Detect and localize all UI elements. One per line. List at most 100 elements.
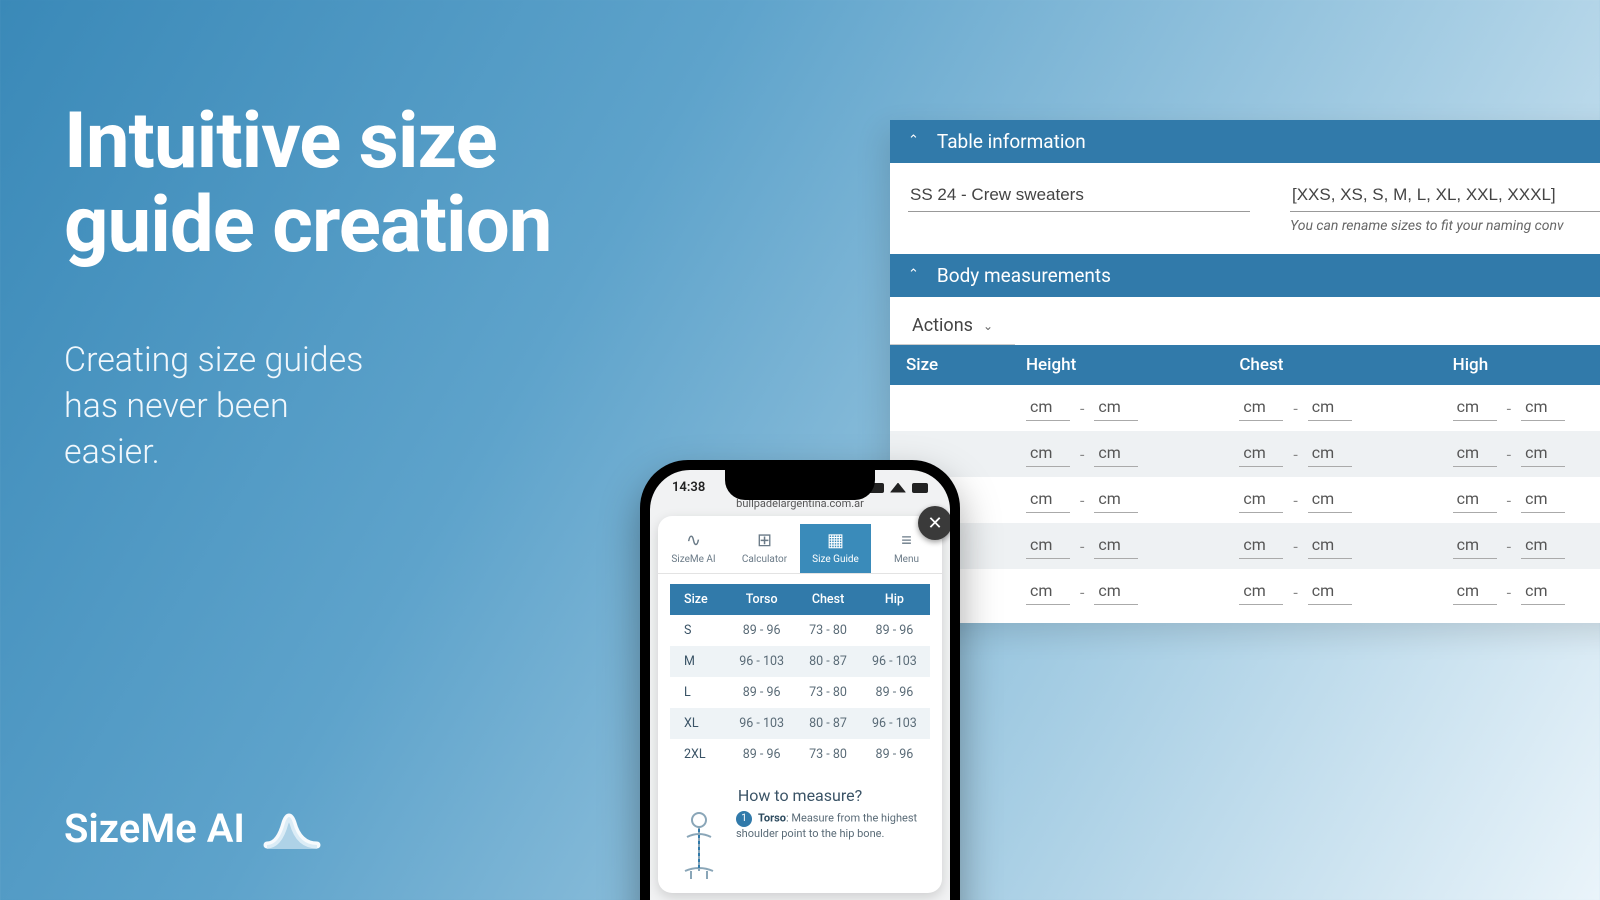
cell: 73 - 80	[797, 739, 859, 770]
range-cell: cm-cm	[1010, 477, 1223, 523]
tab-label: SizeMe AI	[671, 554, 715, 565]
cm-from-input[interactable]: cm	[1026, 487, 1070, 513]
step-number-badge: 1	[736, 811, 752, 827]
cm-to-input[interactable]: cm	[1094, 395, 1138, 421]
cm-to-input[interactable]: cm	[1308, 441, 1352, 467]
brand-logo-icon	[263, 809, 321, 849]
cm-to-input[interactable]: cm	[1521, 487, 1565, 513]
brand-footer: SizeMe AI	[64, 805, 321, 852]
cm-from-input[interactable]: cm	[1239, 395, 1283, 421]
close-button[interactable]: ✕	[918, 506, 950, 540]
cell: 96 - 103	[859, 646, 930, 677]
cm-to-input[interactable]: cm	[1308, 579, 1352, 605]
cell: 80 - 87	[797, 646, 859, 677]
actions-dropdown[interactable]: Actions ⌄	[890, 297, 1015, 345]
cm-from-input[interactable]: cm	[1453, 441, 1497, 467]
mini-col-chest: Chest	[797, 584, 859, 615]
section-header-table-info[interactable]: ⌃ Table information	[890, 120, 1600, 163]
cm-from-input[interactable]: cm	[1239, 487, 1283, 513]
range-cell: cm-cm	[1010, 431, 1223, 477]
cm-to-input[interactable]: cm	[1308, 395, 1352, 421]
chevron-up-icon: ⌃	[908, 267, 919, 282]
cell: 80 - 87	[797, 708, 859, 739]
hero-title-line2: guide creation	[64, 180, 551, 271]
mini-table-wrap: Size Torso Chest Hip S89 - 9673 - 8089 -…	[658, 574, 942, 776]
measurements-table: Size Height Chest High cm-cmcm-cmcm-cmcm…	[890, 345, 1600, 615]
cm-from-input[interactable]: cm	[1453, 533, 1497, 559]
cm-from-input[interactable]: cm	[1026, 441, 1070, 467]
table-name-input[interactable]	[908, 181, 1250, 212]
range-cell: cm-cm	[1010, 569, 1223, 615]
section-header-body-measurements[interactable]: ⌃ Body measurements	[890, 254, 1600, 297]
cm-to-input[interactable]: cm	[1521, 579, 1565, 605]
dash: -	[1293, 445, 1297, 464]
cell: 89 - 96	[859, 615, 930, 646]
cm-from-input[interactable]: cm	[1453, 395, 1497, 421]
cell: 96 - 103	[726, 646, 797, 677]
phone-notch	[725, 470, 875, 500]
mini-col-torso: Torso	[726, 584, 797, 615]
cm-to-input[interactable]: cm	[1094, 533, 1138, 559]
size-cell[interactable]	[890, 385, 1010, 431]
cm-to-input[interactable]: cm	[1521, 395, 1565, 421]
range-cell: cm-cm	[1223, 385, 1436, 431]
cm-from-input[interactable]: cm	[1453, 579, 1497, 605]
hero-title-line1: Intuitive size	[64, 96, 497, 187]
cm-from-input[interactable]: cm	[1026, 579, 1070, 605]
table-row: cm-cmcm-cmcm-cm	[890, 385, 1600, 431]
col-size: Size	[890, 345, 1010, 385]
cell: XL	[670, 708, 726, 739]
status-time: 14:38	[672, 480, 705, 495]
cell: S	[670, 615, 726, 646]
cm-to-input[interactable]: cm	[1308, 487, 1352, 513]
actions-label: Actions	[912, 315, 973, 336]
cell: M	[670, 646, 726, 677]
dash: -	[1293, 583, 1297, 602]
table-row: XL96 - 10380 - 8796 - 103	[670, 708, 930, 739]
brand-name: SizeMe AI	[64, 805, 245, 852]
cm-from-input[interactable]: cm	[1453, 487, 1497, 513]
table-row: cm-cmcm-cmcm-cm	[890, 523, 1600, 569]
section-title: Table information	[937, 130, 1086, 153]
range-cell: cm-cm	[1437, 385, 1600, 431]
cm-from-input[interactable]: cm	[1239, 441, 1283, 467]
dash: -	[1293, 491, 1297, 510]
cm-from-input[interactable]: cm	[1239, 533, 1283, 559]
tab-size-guide[interactable]: ▦Size Guide	[800, 524, 871, 573]
tab-calculator[interactable]: ⊞Calculator	[729, 524, 800, 573]
cm-to-input[interactable]: cm	[1094, 441, 1138, 467]
range-cell: cm-cm	[1223, 431, 1436, 477]
cell: 89 - 96	[859, 677, 930, 708]
table-sizes-input[interactable]	[1290, 181, 1600, 212]
table-row: cm-cmcm-cmcm-cm	[890, 569, 1600, 615]
table-row: cm-cmcm-cmcm-cm	[890, 431, 1600, 477]
range-cell: cm-cm	[1437, 569, 1600, 615]
cm-from-input[interactable]: cm	[1239, 579, 1283, 605]
cm-from-input[interactable]: cm	[1026, 533, 1070, 559]
cell: 73 - 80	[797, 615, 859, 646]
dash: -	[1080, 399, 1084, 418]
table-info-row: You can rename sizes to fit your naming …	[890, 163, 1600, 240]
dash: -	[1293, 399, 1297, 418]
cm-from-input[interactable]: cm	[1026, 395, 1070, 421]
hero-text: Intuitive size guide creation Creating s…	[64, 100, 551, 476]
tab-label: Calculator	[742, 554, 787, 565]
how-to-text: 1Torso: Measure from the highest shoulde…	[736, 811, 928, 881]
cell: 96 - 103	[859, 708, 930, 739]
cell: 89 - 96	[726, 615, 797, 646]
tab-label: Menu	[894, 554, 919, 565]
range-cell: cm-cm	[1437, 477, 1600, 523]
section-title: Body measurements	[937, 264, 1111, 287]
hero-title: Intuitive size guide creation	[64, 100, 551, 268]
cm-to-input[interactable]: cm	[1094, 579, 1138, 605]
cm-to-input[interactable]: cm	[1521, 441, 1565, 467]
cm-to-input[interactable]: cm	[1521, 533, 1565, 559]
mini-col-hip: Hip	[859, 584, 930, 615]
range-cell: cm-cm	[1223, 477, 1436, 523]
cell: 89 - 96	[859, 739, 930, 770]
cm-to-input[interactable]: cm	[1308, 533, 1352, 559]
table-row: 2XL89 - 9673 - 8089 - 96	[670, 739, 930, 770]
tab-label: Size Guide	[812, 554, 859, 565]
cm-to-input[interactable]: cm	[1094, 487, 1138, 513]
tab-sizeme-ai[interactable]: ∿SizeMe AI	[658, 524, 729, 573]
